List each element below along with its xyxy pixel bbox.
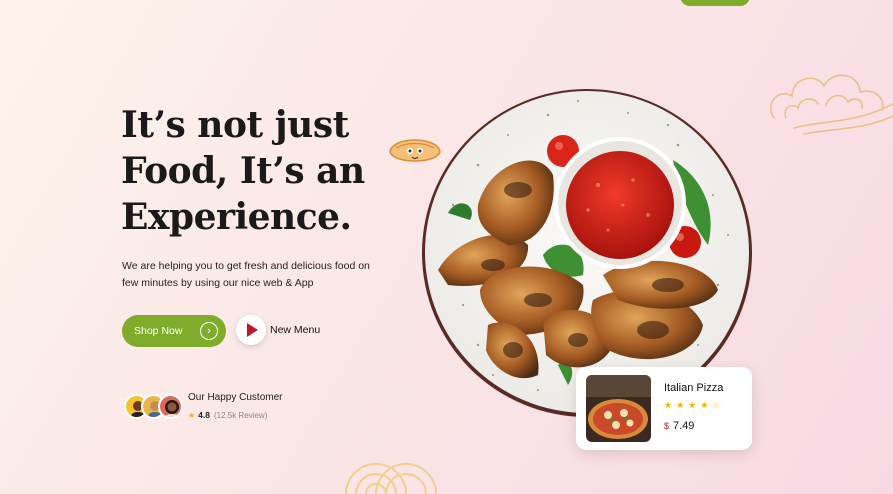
rating-value: 4.8 bbox=[198, 410, 210, 420]
header-cta-button[interactable] bbox=[680, 0, 750, 6]
new-menu-button[interactable]: New Menu bbox=[236, 315, 320, 345]
review-count: (12.5k Review) bbox=[214, 410, 268, 420]
play-icon bbox=[236, 315, 266, 345]
product-rating: ★★★★☆ bbox=[664, 400, 724, 411]
hero-title-line: Food, It’s an bbox=[121, 150, 365, 192]
customers-rating: ★ 4.8 (12.5k Review) bbox=[188, 410, 267, 420]
star-icon: ★★★★ bbox=[664, 400, 713, 410]
avatar bbox=[158, 394, 183, 419]
customers-title: Our Happy Customer bbox=[188, 392, 283, 403]
star-outline-icon: ☆ bbox=[712, 400, 725, 410]
cloud-decoration bbox=[769, 74, 893, 135]
hero-title-line: It’s not just bbox=[121, 104, 349, 146]
customer-avatars bbox=[124, 394, 186, 420]
price-value: 7.49 bbox=[673, 420, 695, 432]
product-card[interactable]: Italian Pizza ★★★★☆ $ 7.49 bbox=[576, 367, 752, 450]
shop-now-label: Shop Now bbox=[134, 325, 183, 337]
pizza-image bbox=[586, 375, 651, 442]
new-menu-label: New Menu bbox=[270, 324, 321, 336]
hero-description: We are helping you to get fresh and deli… bbox=[122, 260, 370, 289]
hero-title: It’s not just Food, It’s an Experience. bbox=[121, 102, 421, 240]
chevron-right-icon: › bbox=[200, 322, 218, 340]
shop-now-button[interactable]: Shop Now › bbox=[122, 315, 226, 347]
hero-title-line: Experience. bbox=[121, 196, 352, 238]
star-icon: ★ bbox=[188, 410, 196, 420]
product-price: $ 7.49 bbox=[664, 420, 694, 432]
wave-decoration bbox=[345, 463, 437, 494]
currency-symbol: $ bbox=[664, 421, 670, 431]
product-name: Italian Pizza bbox=[664, 382, 724, 394]
